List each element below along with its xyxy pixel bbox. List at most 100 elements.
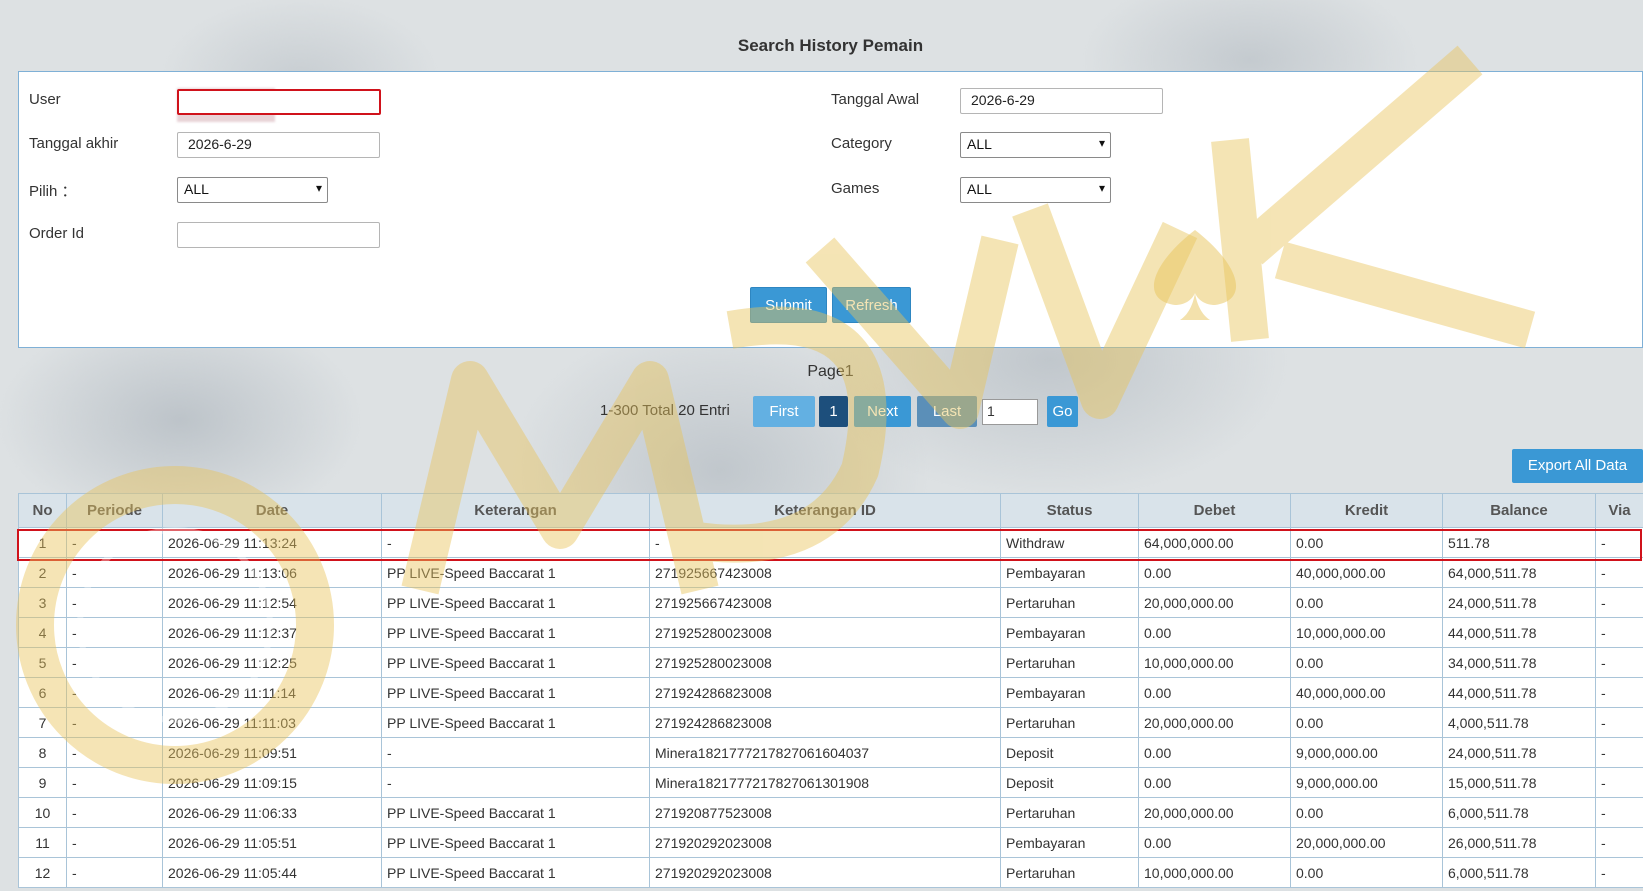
table-row: 2 - 2026-06-29 11:13:06 PP LIVE-Speed Ba…	[18, 557, 1643, 588]
cell-kredit: 40,000,000.00	[1290, 677, 1443, 708]
cell-kredit: 0.00	[1290, 647, 1443, 678]
header-balance[interactable]: Balance	[1442, 493, 1596, 528]
category-select-value: ALL	[967, 136, 992, 152]
keterangan-id-link[interactable]: 271924286823008	[649, 707, 1001, 738]
refresh-button[interactable]: Refresh	[832, 287, 911, 323]
cell-via: -	[1595, 527, 1643, 558]
cell-via: -	[1595, 647, 1643, 678]
cell-status: Pembayaran	[1000, 677, 1139, 708]
table-row: 5 - 2026-06-29 11:12:25 PP LIVE-Speed Ba…	[18, 647, 1643, 678]
cell-date: 2026-06-29 11:13:06	[162, 557, 382, 588]
cell-no: 10	[18, 797, 67, 828]
chevron-down-icon: ▾	[1098, 181, 1105, 195]
cell-balance: 4,000,511.78	[1442, 707, 1596, 738]
header-debet[interactable]: Debet	[1138, 493, 1291, 528]
keterangan-id-link[interactable]: 271920877523008	[649, 797, 1001, 828]
cell-date: 2026-06-29 11:09:51	[162, 737, 382, 768]
go-button[interactable]: Go	[1047, 396, 1078, 427]
cell-status: Pertaruhan	[1000, 797, 1139, 828]
cell-via: -	[1595, 617, 1643, 648]
cell-balance: 34,000,511.78	[1442, 647, 1596, 678]
cell-keterangan-id: Minera1821777217827061301908	[649, 767, 1001, 798]
cell-balance: 6,000,511.78	[1442, 797, 1596, 828]
pilih-label: Pilih ：	[29, 183, 77, 200]
cell-keterangan: PP LIVE-Speed Baccarat 1	[381, 557, 650, 588]
header-date[interactable]: Date	[162, 493, 382, 528]
header-keterangan[interactable]: Keterangan	[381, 493, 650, 528]
cell-no: 6	[18, 677, 67, 708]
first-page-button[interactable]: First	[753, 396, 815, 427]
pilih-select-value: ALL	[184, 181, 209, 197]
cell-no: 5	[18, 647, 67, 678]
pager-info: 1-300 Total 20 Entri	[600, 402, 730, 419]
cell-balance: 15,000,511.78	[1442, 767, 1596, 798]
table-row: 11 - 2026-06-29 11:05:51 PP LIVE-Speed B…	[18, 827, 1643, 858]
next-page-button[interactable]: Next	[854, 396, 911, 427]
header-kredit[interactable]: Kredit	[1290, 493, 1443, 528]
cell-debet: 0.00	[1138, 767, 1291, 798]
cell-periode: -	[66, 797, 163, 828]
cell-date: 2026-06-29 11:11:14	[162, 677, 382, 708]
cell-status: Pembayaran	[1000, 557, 1139, 588]
tanggal-akhir-label: Tanggal akhir	[29, 135, 119, 152]
cell-via: -	[1595, 557, 1643, 588]
cell-no: 3	[18, 587, 67, 618]
cell-kredit: 9,000,000.00	[1290, 737, 1443, 768]
user-input[interactable]	[177, 89, 381, 115]
cell-debet: 10,000,000.00	[1138, 647, 1291, 678]
keterangan-id-link[interactable]: 271924286823008	[649, 677, 1001, 708]
tanggal-akhir-input[interactable]: 2026-6-29	[177, 132, 380, 158]
cell-date: 2026-06-29 11:12:54	[162, 587, 382, 618]
cell-via: -	[1595, 797, 1643, 828]
cell-debet: 20,000,000.00	[1138, 587, 1291, 618]
export-all-data-button[interactable]: Export All Data	[1512, 449, 1643, 483]
header-keterangan-id[interactable]: Keterangan ID	[649, 493, 1001, 528]
page-jump-input[interactable]: 1	[982, 399, 1038, 425]
chevron-down-icon: ▾	[315, 181, 322, 195]
table-row: 1 - 2026-06-29 11:13:24 - - Withdraw 64,…	[18, 527, 1643, 558]
cell-keterangan: PP LIVE-Speed Baccarat 1	[381, 707, 650, 738]
header-periode[interactable]: Periode	[66, 493, 163, 528]
cell-kredit: 9,000,000.00	[1290, 767, 1443, 798]
keterangan-id-link[interactable]: 271925667423008	[649, 557, 1001, 588]
table-row: 7 - 2026-06-29 11:11:03 PP LIVE-Speed Ba…	[18, 707, 1643, 738]
table-row: 6 - 2026-06-29 11:11:14 PP LIVE-Speed Ba…	[18, 677, 1643, 708]
cell-balance: 24,000,511.78	[1442, 587, 1596, 618]
cell-kredit: 0.00	[1290, 797, 1443, 828]
order-id-label: Order Id	[29, 225, 85, 242]
cell-status: Pertaruhan	[1000, 707, 1139, 738]
tanggal-awal-input[interactable]: 2026-6-29	[960, 88, 1163, 114]
keterangan-id-link[interactable]: 271925280023008	[649, 647, 1001, 678]
header-no[interactable]: No	[18, 493, 67, 528]
cell-kredit: 10,000,000.00	[1290, 617, 1443, 648]
cell-keterangan: PP LIVE-Speed Baccarat 1	[381, 647, 650, 678]
header-status[interactable]: Status	[1000, 493, 1139, 528]
cell-balance: 64,000,511.78	[1442, 557, 1596, 588]
last-page-button[interactable]: Last	[917, 396, 977, 427]
chevron-down-icon: ▾	[1098, 136, 1105, 150]
pilih-select[interactable]: ALL ▾	[177, 177, 328, 203]
keterangan-id-link[interactable]: 271920292023008	[649, 827, 1001, 858]
cell-periode: -	[66, 827, 163, 858]
category-select[interactable]: ALL ▾	[960, 132, 1111, 158]
table-row: 8 - 2026-06-29 11:09:51 - Minera18217772…	[18, 737, 1643, 768]
games-select[interactable]: ALL ▾	[960, 177, 1111, 203]
cell-kredit: 0.00	[1290, 707, 1443, 738]
submit-button[interactable]: Submit	[750, 287, 827, 323]
cell-date: 2026-06-29 11:05:44	[162, 857, 382, 888]
header-via[interactable]: Via	[1595, 493, 1643, 528]
keterangan-id-link[interactable]: 271925667423008	[649, 587, 1001, 618]
cell-date: 2026-06-29 11:12:25	[162, 647, 382, 678]
keterangan-id-link[interactable]: 271920292023008	[649, 857, 1001, 888]
cell-status: Pertaruhan	[1000, 587, 1139, 618]
cell-no: 8	[18, 737, 67, 768]
page-title: Search History Pemain	[737, 36, 924, 55]
order-id-input[interactable]	[177, 222, 380, 248]
cell-debet: 20,000,000.00	[1138, 707, 1291, 738]
keterangan-id-link[interactable]: 271925280023008	[649, 617, 1001, 648]
page-number-button[interactable]: 1	[819, 396, 848, 427]
cell-keterangan: -	[381, 767, 650, 798]
search-form-panel: User Tanggal Awal 2026-6-29 Tanggal akhi…	[18, 71, 1643, 348]
cell-periode: -	[66, 737, 163, 768]
cell-status: Deposit	[1000, 737, 1139, 768]
